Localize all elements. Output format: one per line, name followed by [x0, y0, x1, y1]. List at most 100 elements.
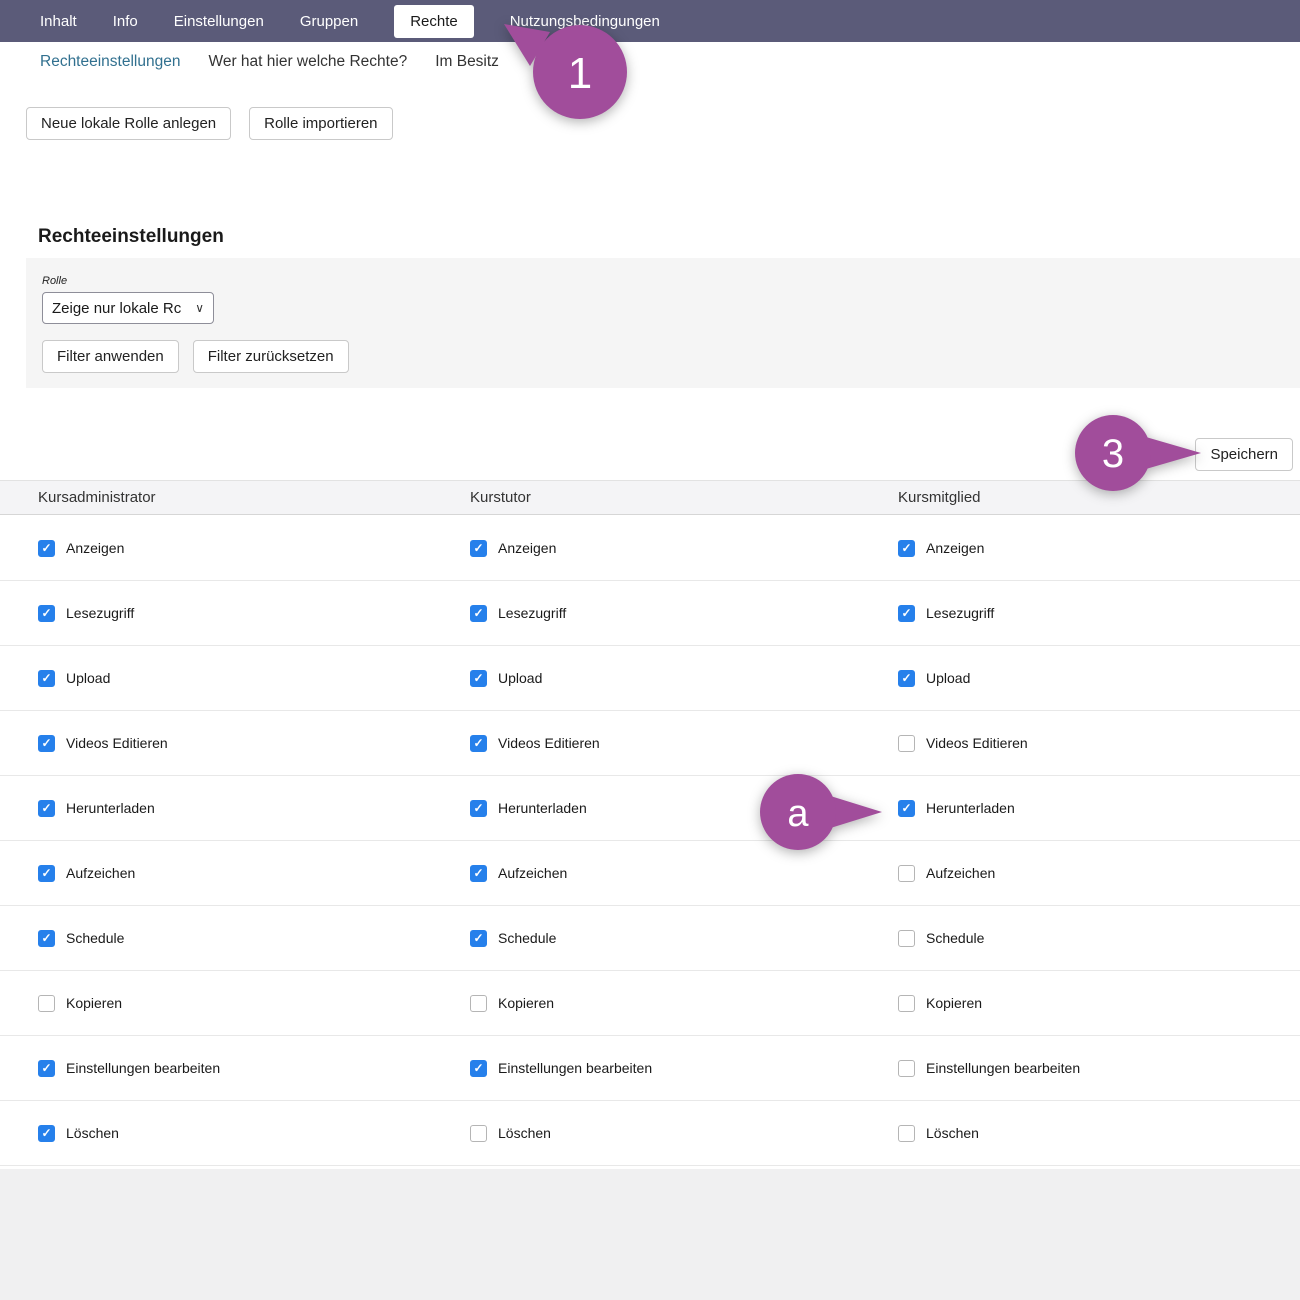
permission-cell: Einstellungen bearbeiten: [898, 1060, 1300, 1077]
permission-label: Herunterladen: [926, 800, 1015, 816]
permission-label: Löschen: [498, 1125, 551, 1141]
permission-row: ✓LöschenLöschenLöschen: [0, 1101, 1300, 1166]
checkbox-anzeigen-kurstutor[interactable]: ✓: [470, 540, 487, 557]
checkbox-lesezugriff-kursadministrator[interactable]: ✓: [38, 605, 55, 622]
permission-label: Lesezugriff: [498, 605, 566, 621]
permission-cell: ✓Einstellungen bearbeiten: [38, 1060, 470, 1077]
new-local-role-button[interactable]: Neue lokale Rolle anlegen: [26, 107, 231, 140]
permission-label: Kopieren: [498, 995, 554, 1011]
permissions-table-body: ✓Anzeigen✓Anzeigen✓Anzeigen✓Lesezugriff✓…: [0, 516, 1300, 1166]
permission-label: Aufzeichen: [66, 865, 135, 881]
checkbox-videos-editieren-kurstutor[interactable]: ✓: [470, 735, 487, 752]
checkbox-l-schen-kursadministrator[interactable]: ✓: [38, 1125, 55, 1142]
permission-label: Löschen: [926, 1125, 979, 1141]
page: InhaltInfoEinstellungenGruppenRechteNutz…: [0, 0, 1300, 1300]
checkbox-kopieren-kurstutor[interactable]: [470, 995, 487, 1012]
permission-label: Schedule: [498, 930, 556, 946]
save-button[interactable]: Speichern: [1195, 438, 1293, 471]
checkbox-videos-editieren-kursmitglied[interactable]: [898, 735, 915, 752]
permission-row: ✓Schedule✓ScheduleSchedule: [0, 906, 1300, 971]
permission-label: Lesezugriff: [66, 605, 134, 621]
permission-cell: ✓ Einstellungen bearbeiten: [470, 1060, 898, 1077]
permission-cell: ✓ Herunterladen: [898, 800, 1300, 817]
permission-label: Upload: [926, 670, 970, 686]
subnav-item-im-besitz[interactable]: Im Besitz: [435, 53, 499, 71]
permission-label: Aufzeichen: [498, 865, 567, 881]
role-select[interactable]: Zeige nur lokale Rc ∨: [42, 292, 214, 324]
checkbox-l-schen-kursmitglied[interactable]: [898, 1125, 915, 1142]
permission-label: Upload: [66, 670, 110, 686]
permission-cell: Aufzeichen: [898, 865, 1300, 882]
nav-tab-einstellungen[interactable]: Einstellungen: [174, 13, 264, 30]
nav-tab-inhalt[interactable]: Inhalt: [40, 13, 77, 30]
permission-row: KopierenKopierenKopieren: [0, 971, 1300, 1036]
permission-cell: ✓ Upload: [898, 670, 1300, 687]
column-header-kurstutor: Kurstutor: [470, 489, 898, 506]
checkbox-schedule-kurstutor[interactable]: ✓: [470, 930, 487, 947]
subnav-item-wer-hat-hier-welche-rechte[interactable]: Wer hat hier welche Rechte?: [208, 53, 407, 71]
chevron-down-icon: ∨: [195, 301, 204, 315]
permission-label: Videos Editieren: [66, 735, 168, 751]
nav-tab-gruppen[interactable]: Gruppen: [300, 13, 358, 30]
permission-cell: ✓ Upload: [38, 670, 470, 687]
permission-row: ✓ Upload ✓ Upload ✓ Upload: [0, 646, 1300, 711]
apply-filter-button[interactable]: Filter anwenden: [42, 340, 179, 373]
permission-cell: ✓Anzeigen: [898, 540, 1300, 557]
checkbox-schedule-kursadministrator[interactable]: ✓: [38, 930, 55, 947]
permission-row: ✓Videos Editieren✓Videos EditierenVideos…: [0, 711, 1300, 776]
checkbox-einstellungen-bearbeiten-kurstutor[interactable]: ✓: [470, 1060, 487, 1077]
checkbox-herunterladen-kursmitglied[interactable]: ✓: [898, 800, 915, 817]
callout-3: 3: [1073, 413, 1208, 495]
nav-tab-rechte[interactable]: Rechte: [394, 5, 474, 38]
checkbox-herunterladen-kursadministrator[interactable]: ✓: [38, 800, 55, 817]
permission-row: ✓Anzeigen✓Anzeigen✓Anzeigen: [0, 516, 1300, 581]
checkbox-anzeigen-kursadministrator[interactable]: ✓: [38, 540, 55, 557]
checkbox-kopieren-kursadministrator[interactable]: [38, 995, 55, 1012]
permission-label: Schedule: [926, 930, 984, 946]
permission-label: Einstellungen bearbeiten: [498, 1060, 652, 1076]
nav-tab-info[interactable]: Info: [113, 13, 138, 30]
checkbox-lesezugriff-kurstutor[interactable]: ✓: [470, 605, 487, 622]
permission-row: ✓ Einstellungen bearbeiten ✓ Einstellungen …: [0, 1036, 1300, 1101]
import-role-button[interactable]: Rolle importieren: [249, 107, 392, 140]
filter-panel: Rolle Zeige nur lokale Rc ∨ Filter anwen…: [26, 258, 1300, 388]
checkbox-einstellungen-bearbeiten-kursmitglied[interactable]: [898, 1060, 915, 1077]
checkbox-videos-editieren-kursadministrator[interactable]: ✓: [38, 735, 55, 752]
role-select-value: Zeige nur lokale Rc: [52, 300, 181, 317]
permission-cell: Löschen: [470, 1125, 898, 1142]
reset-filter-button[interactable]: Filter zurücksetzen: [193, 340, 349, 373]
checkbox-upload-kurstutor[interactable]: ✓: [470, 670, 487, 687]
permission-label: Anzeigen: [66, 540, 124, 556]
role-toolbar: Neue lokale Rolle anlegen Rolle importie…: [26, 107, 393, 140]
permission-label: Lesezugriff: [926, 605, 994, 621]
subnav-item-rechteeinstellungen[interactable]: Rechteeinstellungen: [40, 53, 180, 71]
permission-label: Aufzeichen: [926, 865, 995, 881]
checkbox-einstellungen-bearbeiten-kursadministrator[interactable]: ✓: [38, 1060, 55, 1077]
permission-row: ✓Herunterladen✓Herunterladen✓Herunterlad…: [0, 776, 1300, 841]
checkbox-aufzeichen-kurstutor[interactable]: ✓: [470, 865, 487, 882]
permission-cell: Löschen: [898, 1125, 1300, 1142]
callout-1-label: 1: [568, 49, 592, 98]
checkbox-aufzeichen-kursmitglied[interactable]: [898, 865, 915, 882]
permission-cell: ✓Herunterladen: [38, 800, 470, 817]
page-title: Rechteeinstellungen: [38, 226, 224, 248]
checkbox-kopieren-kursmitglied[interactable]: [898, 995, 915, 1012]
permission-label: Upload: [498, 670, 542, 686]
permission-label: Einstellungen bearbeiten: [926, 1060, 1080, 1076]
permission-cell: ✓ Lesezugriff: [898, 605, 1300, 622]
checkbox-anzeigen-kursmitglied[interactable]: ✓: [898, 540, 915, 557]
top-nav: InhaltInfoEinstellungenGruppenRechteNutz…: [0, 0, 1300, 42]
checkbox-l-schen-kurstutor[interactable]: [470, 1125, 487, 1142]
role-select-label: Rolle: [42, 275, 1284, 287]
permission-cell: Schedule: [898, 930, 1300, 947]
checkbox-upload-kursadministrator[interactable]: ✓: [38, 670, 55, 687]
callout-3-label: 3: [1102, 432, 1124, 476]
checkbox-herunterladen-kurstutor[interactable]: ✓: [470, 800, 487, 817]
checkbox-schedule-kursmitglied[interactable]: [898, 930, 915, 947]
column-header-kursadministrator: Kursadministrator: [38, 489, 470, 506]
permission-cell: Kopieren: [470, 995, 898, 1012]
checkbox-aufzeichen-kursadministrator[interactable]: ✓: [38, 865, 55, 882]
sub-nav: Rechteeinstellungen Wer hat hier welche R…: [40, 53, 499, 71]
checkbox-lesezugriff-kursmitglied[interactable]: ✓: [898, 605, 915, 622]
checkbox-upload-kursmitglied[interactable]: ✓: [898, 670, 915, 687]
